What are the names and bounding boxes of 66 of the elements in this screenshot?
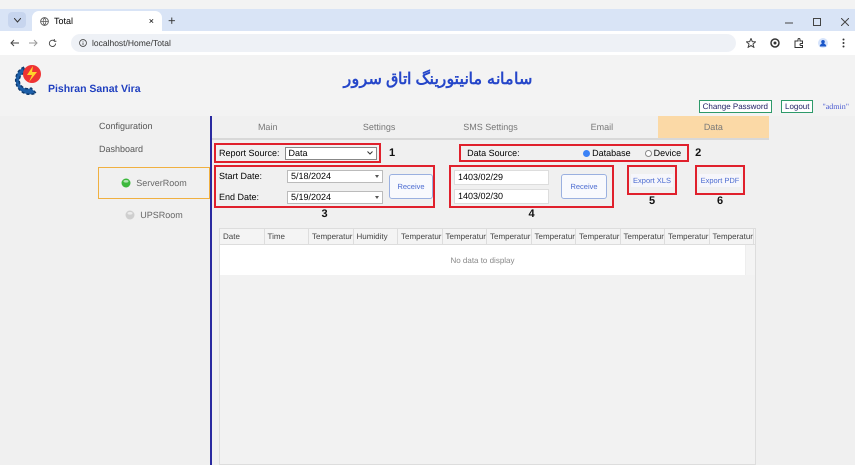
annotation-number: 6 bbox=[716, 195, 724, 207]
radio-option[interactable]: Device bbox=[644, 148, 682, 158]
column-header[interactable]: Temperatur bbox=[442, 229, 487, 244]
tab[interactable]: Main bbox=[212, 116, 324, 138]
tab[interactable]: SMS Settings bbox=[434, 116, 546, 138]
field-label: End Date: bbox=[219, 192, 260, 202]
column-header[interactable]: Temperatur bbox=[309, 229, 354, 244]
caret-icon bbox=[366, 151, 373, 155]
star-icon[interactable] bbox=[746, 38, 756, 48]
profile-icon[interactable] bbox=[818, 38, 828, 48]
annotation-number: 2 bbox=[695, 147, 702, 159]
empty-message: No data to display bbox=[449, 254, 516, 267]
maximize-icon[interactable] bbox=[813, 18, 821, 26]
forward-icon[interactable] bbox=[29, 39, 38, 47]
annotation-number: 4 bbox=[528, 208, 535, 220]
column-header[interactable]: Temperatur bbox=[710, 229, 754, 244]
tab-list-button[interactable] bbox=[8, 12, 26, 28]
radio-option[interactable]: Database bbox=[583, 148, 631, 158]
change-password-button[interactable]: Change Password bbox=[698, 100, 772, 112]
back-icon[interactable] bbox=[10, 39, 19, 47]
reload-icon[interactable] bbox=[48, 38, 57, 48]
new-tab-button[interactable]: + bbox=[168, 13, 176, 28]
address-bar[interactable]: localhost/Home/Total bbox=[71, 34, 736, 52]
date-picker[interactable]: 5/18/2024 bbox=[287, 170, 383, 182]
caret-icon bbox=[375, 174, 379, 178]
tab[interactable]: Settings bbox=[323, 116, 435, 138]
field-label: Start Date: bbox=[219, 171, 264, 181]
browser-tab[interactable]: Total × bbox=[32, 11, 162, 31]
annotation-number: 1 bbox=[389, 147, 396, 159]
tab-title: Total bbox=[54, 16, 74, 26]
info-icon bbox=[79, 39, 87, 47]
puzzle-icon[interactable] bbox=[794, 38, 804, 48]
field-label: Report Source: bbox=[219, 148, 280, 158]
date-picker[interactable]: 5/19/2024 bbox=[287, 190, 383, 204]
room-item[interactable]: ServerRoom bbox=[98, 167, 210, 199]
column-header[interactable]: Temperatur bbox=[398, 229, 442, 244]
scrollbar[interactable] bbox=[745, 245, 755, 275]
tab[interactable]: Email bbox=[546, 116, 658, 138]
report-source-dropdown[interactable]: Data bbox=[284, 146, 377, 160]
globe-icon bbox=[40, 16, 49, 26]
column-header[interactable]: Date bbox=[220, 229, 264, 244]
caret-icon bbox=[14, 18, 20, 22]
date-input[interactable]: 1403/02/30 bbox=[454, 188, 549, 204]
column-header[interactable]: Temperatur bbox=[576, 229, 620, 244]
caret-icon bbox=[375, 196, 379, 198]
close-icon[interactable] bbox=[841, 18, 849, 26]
column-header[interactable]: Temperatur bbox=[487, 229, 532, 244]
menu-icon[interactable] bbox=[842, 38, 845, 48]
column-header[interactable]: Time bbox=[264, 229, 309, 244]
tab-close-button[interactable]: × bbox=[148, 16, 154, 26]
column-header[interactable]: Temperatur bbox=[620, 229, 665, 244]
logout-button[interactable]: Logout bbox=[781, 100, 814, 112]
username-label: "admin" bbox=[822, 102, 849, 110]
sidebar-link[interactable]: Dashboard bbox=[90, 144, 210, 167]
column-header[interactable]: Temperatur bbox=[532, 229, 576, 244]
column-header[interactable]: Humidity bbox=[354, 229, 398, 244]
column-header[interactable]: Temperatur bbox=[665, 229, 710, 244]
sidebar-link[interactable]: Configuration bbox=[90, 121, 210, 144]
page-title: سامانه مانیتورینگ اتاق سرور bbox=[344, 69, 532, 89]
room-item[interactable]: UPSRoom bbox=[98, 199, 210, 231]
extension-circle-icon[interactable] bbox=[770, 38, 780, 48]
company-name: Pishran Sanat Vira bbox=[48, 83, 141, 95]
annotation-number: 3 bbox=[321, 208, 328, 220]
field-label: Data Source: bbox=[467, 148, 521, 158]
date-input[interactable]: 1403/02/29 bbox=[454, 170, 549, 184]
annotation-number: 5 bbox=[648, 195, 656, 207]
